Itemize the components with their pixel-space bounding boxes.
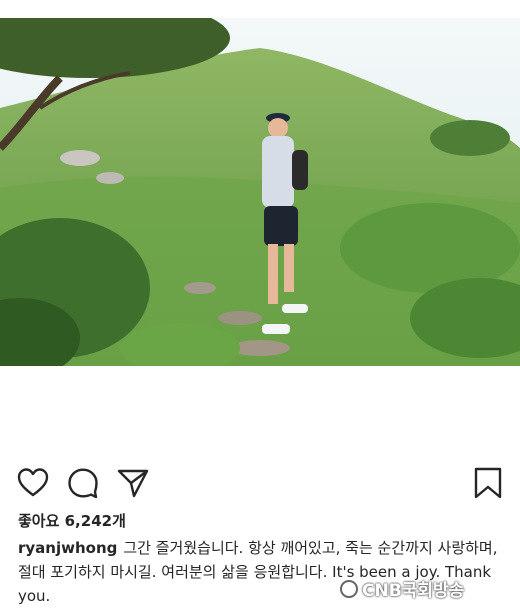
speech-bubble-icon[interactable] xyxy=(66,466,100,500)
post-actions-bar xyxy=(0,462,520,502)
bookmark-icon[interactable] xyxy=(471,466,505,500)
broadcaster-watermark: CNB국회방송 xyxy=(340,576,464,601)
paper-plane-icon[interactable] xyxy=(116,466,150,500)
heart-icon[interactable] xyxy=(16,466,50,500)
broadcaster-logo-icon xyxy=(340,579,358,598)
hillside-photo-illustration xyxy=(0,18,520,366)
post-photo[interactable] xyxy=(0,18,520,366)
caption-username[interactable]: ryanjwhong xyxy=(18,539,117,557)
watermark-text: CNB국회방송 xyxy=(362,581,465,601)
likes-count[interactable]: 좋아요 6,242개 xyxy=(18,510,126,531)
